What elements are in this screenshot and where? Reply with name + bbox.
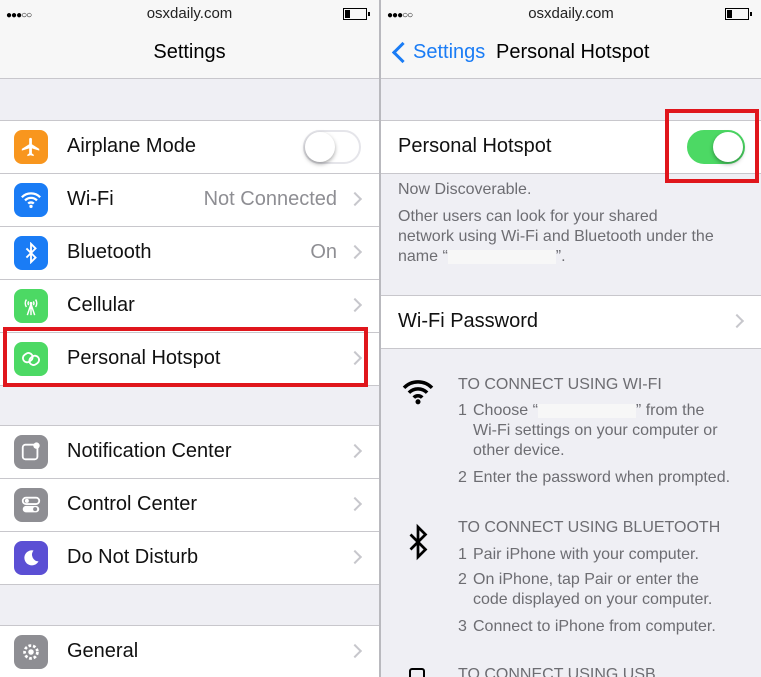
moon-icon xyxy=(14,541,48,575)
settings-group-general: General xyxy=(0,625,379,677)
chevron-right-icon xyxy=(347,443,363,459)
settings-row-wifi[interactable]: Wi-Fi Not Connected xyxy=(0,174,379,227)
status-bar: ●●●○○ osxdaily.com xyxy=(0,0,379,28)
wifi-password-row[interactable]: Wi-Fi Password xyxy=(381,296,761,348)
notification-icon xyxy=(14,435,48,469)
highlight-box xyxy=(3,327,368,387)
chevron-right-icon xyxy=(347,297,363,313)
wifi-section-heading: TO CONNECT USING WI-FI xyxy=(458,376,662,393)
carrier-label: osxdaily.com xyxy=(528,5,614,22)
settings-row-label: Wi-Fi xyxy=(67,188,114,210)
settings-row-label: Control Center xyxy=(67,493,198,515)
airplane-mode-toggle[interactable] xyxy=(303,130,361,164)
cellular-icon xyxy=(14,289,48,323)
page-title: Personal Hotspot xyxy=(496,41,650,63)
back-chevron-icon[interactable] xyxy=(391,41,414,64)
settings-row-label: Airplane Mode xyxy=(67,135,196,157)
wifi-password-group: Wi-Fi Password xyxy=(381,295,761,349)
gear-icon xyxy=(14,635,48,669)
back-button[interactable]: Settings xyxy=(413,41,485,64)
wifi-icon xyxy=(401,378,435,411)
wifi-status: Not Connected xyxy=(203,188,337,210)
chevron-right-icon xyxy=(347,496,363,512)
airplane-icon xyxy=(14,130,48,164)
settings-row-airplane-mode[interactable]: Airplane Mode xyxy=(0,121,379,174)
settings-row-general[interactable]: General xyxy=(0,626,379,677)
battery-icon xyxy=(343,8,370,20)
personal-hotspot-label: Personal Hotspot xyxy=(398,135,552,157)
chevron-right-icon xyxy=(347,643,363,659)
settings-row-bluetooth[interactable]: Bluetooth On xyxy=(0,227,379,280)
page-title: Settings xyxy=(153,41,226,63)
bluetooth-section-heading: TO CONNECT USING BLUETOOTH xyxy=(458,519,721,536)
nav-bar: Settings Personal Hotspot xyxy=(381,28,761,79)
settings-group-notifications: Notification Center Control Center Do No… xyxy=(0,425,379,585)
status-bar: ●●●○○ osxdaily.com xyxy=(381,0,761,28)
settings-row-label: Do Not Disturb xyxy=(67,546,199,568)
settings-row-control-center[interactable]: Control Center xyxy=(0,479,379,532)
settings-row-cellular[interactable]: Cellular xyxy=(0,280,379,333)
redacted-name xyxy=(447,249,556,264)
settings-screen: ●●●○○ osxdaily.com Settings Airplane Mod… xyxy=(0,0,379,677)
settings-row-label: Cellular xyxy=(67,294,135,316)
carrier-label: osxdaily.com xyxy=(146,5,233,22)
bluetooth-step-3: 3 Connect to iPhone from computer. xyxy=(458,618,716,635)
bluetooth-icon xyxy=(406,520,430,569)
bluetooth-step-2: 2 On iPhone, tap Pair or enter the code … xyxy=(458,571,713,608)
settings-row-notification-center[interactable]: Notification Center xyxy=(0,426,379,479)
settings-row-label: Notification Center xyxy=(67,440,232,462)
control-center-icon xyxy=(14,488,48,522)
usb-section-heading: TO CONNECT USING USB xyxy=(458,666,656,677)
usb-icon xyxy=(409,668,425,677)
wifi-icon xyxy=(14,183,48,217)
highlight-box xyxy=(665,109,759,183)
redacted-name xyxy=(537,403,636,418)
bluetooth-icon xyxy=(14,236,48,270)
chevron-right-icon xyxy=(729,313,745,329)
settings-row-do-not-disturb[interactable]: Do Not Disturb xyxy=(0,532,379,584)
wifi-step-1: 1 Choose “” from the Wi-Fi settings on y… xyxy=(458,402,718,459)
bluetooth-step-1: 1 Pair iPhone with your computer. xyxy=(458,546,699,563)
wifi-password-label: Wi-Fi Password xyxy=(398,310,539,332)
personal-hotspot-screen: ●●●○○ osxdaily.com Settings Personal Hot… xyxy=(381,0,761,677)
hotspot-info-text: Other users can look for your shared net… xyxy=(398,208,714,265)
chevron-right-icon xyxy=(347,549,363,565)
chevron-right-icon xyxy=(347,244,363,260)
discoverable-status: Now Discoverable. xyxy=(398,181,532,198)
battery-icon xyxy=(725,8,752,20)
nav-bar: Settings xyxy=(0,28,379,79)
settings-row-label: Bluetooth xyxy=(67,241,152,263)
chevron-right-icon xyxy=(347,191,363,207)
wifi-step-2: 2 Enter the password when prompted. xyxy=(458,469,731,486)
settings-row-label: General xyxy=(67,640,139,662)
bluetooth-status: On xyxy=(310,241,337,263)
